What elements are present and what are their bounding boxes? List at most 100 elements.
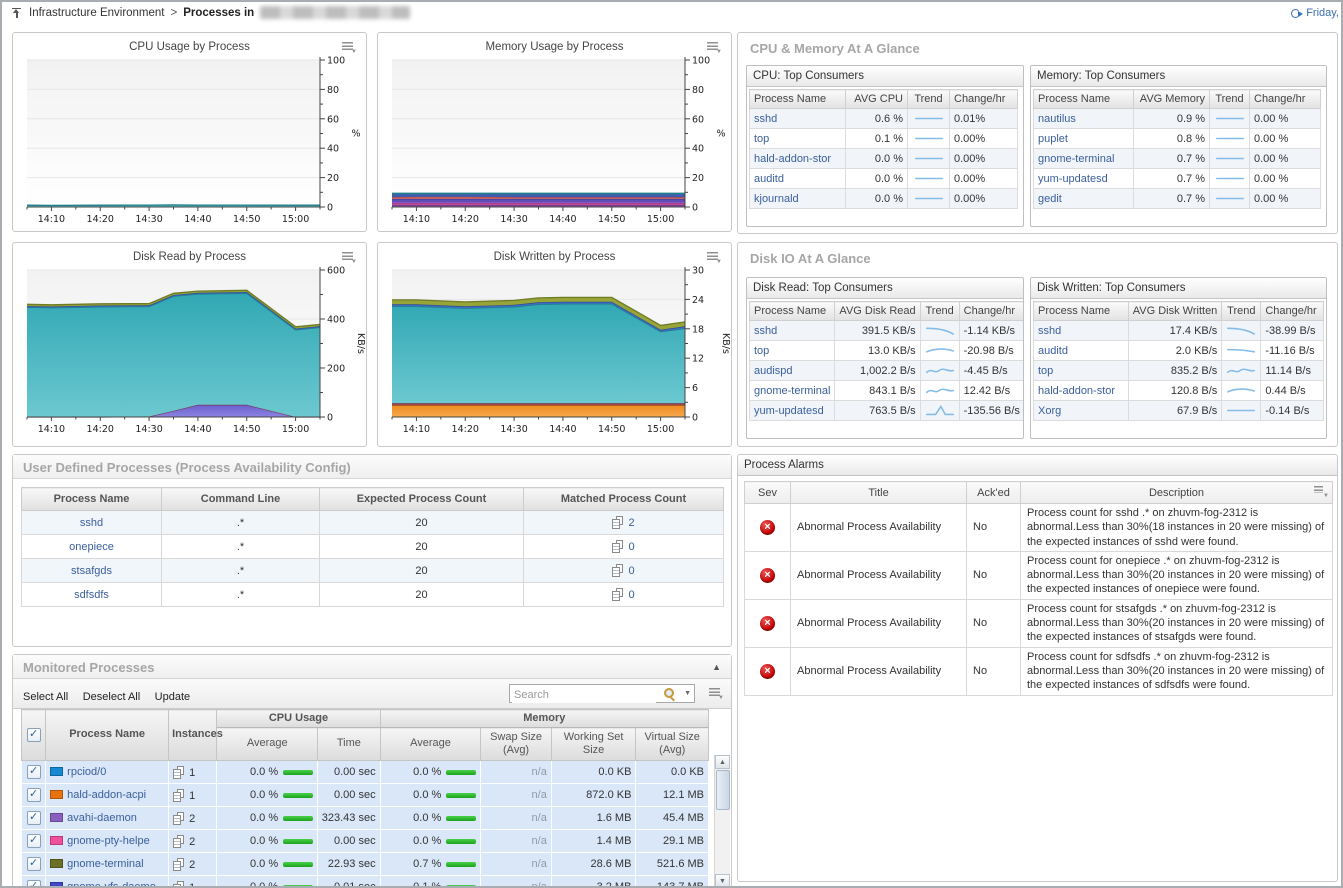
row-checkbox[interactable]: ✓ [27,811,41,825]
row-checkbox[interactable]: ✓ [27,834,41,848]
table-scrollbar[interactable]: ▲ ▼ [714,755,730,888]
process-link[interactable]: top [1038,365,1053,377]
process-link[interactable]: auditd [754,173,784,185]
breadcrumb-bar: Infrastructure Environment > Processes i… [2,2,1341,26]
search-icon[interactable] [663,687,676,700]
process-link[interactable]: gnome-terminal [1038,153,1114,165]
panel-title: Process Alarms [738,455,1337,476]
process-link[interactable]: audispd [754,365,793,377]
process-link[interactable]: sdfsdfs [74,589,109,601]
panel-title: Monitored Processes [23,660,155,675]
row-checkbox[interactable]: ✓ [27,765,41,779]
process-link[interactable]: hald-addon-stor [1038,385,1115,397]
alarm-row[interactable]: ×Abnormal Process AvailabilityNoProcess … [745,504,1333,552]
column-header: Change/hr [959,302,1024,321]
collapse-icon[interactable]: ▲ [712,662,721,672]
svg-text:15:00: 15:00 [282,214,309,225]
svg-text:24: 24 [692,295,704,306]
row-checkbox[interactable]: ✓ [27,880,41,888]
breadcrumb-parent-link[interactable]: Infrastructure Environment [29,7,165,19]
search-dropdown-icon[interactable]: ▼ [684,690,691,697]
matched-count-link[interactable]: 0 [628,589,634,601]
deselect-all-button[interactable]: Deselect All [83,691,140,703]
avg-value: 835.2 B/s [1128,361,1222,381]
row-checkbox[interactable]: ✓ [27,788,41,802]
process-link[interactable]: gnome-pty-helpe [67,835,150,847]
svg-text:0: 0 [692,203,698,214]
change-value: -135.56 B/s [959,401,1024,421]
cpu-usage-chart-panel: CPU Usage by Process ▼ 020406080100%14:1… [12,32,367,232]
process-link[interactable]: top [754,133,769,145]
matched-count-link[interactable]: 2 [628,517,634,529]
process-link[interactable]: sshd [754,325,777,337]
svg-text:14:30: 14:30 [500,214,527,225]
search-input[interactable] [512,686,656,703]
process-link[interactable]: kjournald [754,193,799,205]
change-value: -38.99 B/s [1261,321,1324,341]
error-icon: × [760,616,775,631]
cpu-time-cell: 0.01 sec [318,876,380,888]
process-link[interactable]: hald-addon-stor [754,153,831,165]
process-name-cell: yum-updatesd [1034,169,1134,189]
alarm-row[interactable]: ×Abnormal Process AvailabilityNoProcess … [745,599,1333,647]
alarm-row[interactable]: ×Abnormal Process AvailabilityNoProcess … [745,551,1333,599]
update-button[interactable]: Update [155,691,190,703]
process-link[interactable]: sshd [754,113,777,125]
chart-menu-icon[interactable]: ▼ [342,252,356,263]
process-link[interactable]: top [754,345,769,357]
working-set-cell-content: 1.4 MB [556,835,632,847]
chart-menu-icon[interactable]: ▼ [342,42,356,53]
process-link[interactable]: nautilus [1038,113,1076,125]
scroll-down-button[interactable]: ▼ [715,874,730,888]
process-link[interactable]: stsafgds [71,565,112,577]
svg-text:18: 18 [692,324,704,335]
cpu-usage-chart[interactable]: 020406080100%14:1014:2014:3014:4014:5015… [15,55,366,231]
user-defined-processes-panel: User Defined Processes (Process Availabi… [12,454,732,647]
row-checkbox[interactable]: ✓ [27,857,41,871]
process-link[interactable]: Xorg [1038,405,1061,417]
usage-bar [283,770,313,775]
process-link[interactable]: gedit [1038,193,1062,205]
change-value: -11.16 B/s [1261,341,1324,361]
swap-size-cell-value: n/a [532,881,547,888]
process-link[interactable]: avahi-daemon [67,812,137,824]
change-value: 11.14 B/s [1261,361,1324,381]
table-menu-icon[interactable]: ▼ [709,688,723,699]
process-link[interactable]: hald-addon-acpi [67,789,146,801]
process-link[interactable]: yum-updatesd [754,405,824,417]
chart-menu-icon[interactable]: ▼ [707,252,721,263]
memory-usage-chart[interactable]: 020406080100%14:1014:2014:3014:4014:5015… [380,55,731,231]
table-menu-icon[interactable]: ▼ [1314,486,1328,497]
virtual-size-cell: 143.7 MB [636,876,709,888]
severity-cell: × [745,599,791,647]
process-instances-icon [173,858,186,871]
process-link[interactable]: puplet [1038,133,1068,145]
column-header-cpu-time: Time [318,728,380,761]
disk-written-chart[interactable]: 0612182430KB/s14:1014:2014:3014:4014:501… [380,265,731,441]
scroll-up-button[interactable]: ▲ [715,755,730,769]
scroll-thumb[interactable] [716,770,730,810]
avg-value: 0.0 % [846,189,908,209]
timerange-control[interactable]: Friday, [1291,7,1339,19]
memory-average-cell-content: 0.0 % [385,835,477,847]
process-link[interactable]: auditd [1038,345,1068,357]
process-link[interactable]: yum-updatesd [1038,173,1108,185]
process-link[interactable]: gnome-vfs-daemo [67,881,156,888]
process-link[interactable]: gnome-terminal [754,385,830,397]
chart-menu-icon[interactable]: ▼ [707,42,721,53]
alarm-row[interactable]: ×Abnormal Process AvailabilityNoProcess … [745,647,1333,695]
matched-count-link[interactable]: 0 [628,565,634,577]
column-header-virtual-size: Virtual Size (Avg) [636,728,709,761]
process-link[interactable]: gnome-terminal [67,858,143,870]
process-link[interactable]: rpciod/0 [67,766,106,778]
swap-size-cell-value: n/a [532,835,547,847]
matched-count-link[interactable]: 0 [628,541,634,553]
trend-sparkline [1222,401,1261,421]
select-all-button[interactable]: Select All [23,691,68,703]
process-link[interactable]: onepiece [69,541,114,553]
process-link[interactable]: sshd [1038,325,1061,337]
navigate-up-icon[interactable] [12,7,24,19]
disk-read-chart[interactable]: 0200400600KB/s14:1014:2014:3014:4014:501… [15,265,366,441]
process-link[interactable]: sshd [80,517,103,529]
select-all-checkbox[interactable]: ✓ [27,728,41,742]
